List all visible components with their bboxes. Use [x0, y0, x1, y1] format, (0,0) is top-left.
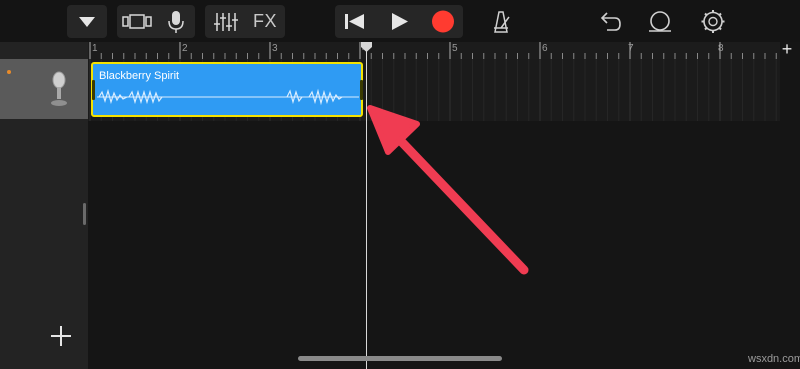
track-controls-button[interactable]: [205, 5, 245, 38]
settings-button[interactable]: [695, 5, 731, 38]
view-buttons-group: [117, 5, 195, 38]
region-left-trim-handle[interactable]: [92, 80, 95, 100]
sliders-icon: [214, 13, 238, 31]
add-section-button[interactable]: +: [778, 40, 796, 58]
undo-button[interactable]: [593, 5, 627, 38]
triangle-down-icon: [79, 17, 95, 27]
loop-browser-button[interactable]: [643, 5, 677, 38]
bar-number: 7: [628, 43, 634, 54]
microphone-icon: [168, 11, 184, 33]
fx-button[interactable]: FX: [245, 5, 285, 38]
plus-icon: [51, 326, 71, 346]
region-title: Blackberry Spirit: [99, 70, 180, 82]
bar-ruler[interactable]: [88, 42, 780, 59]
undo-icon: [600, 12, 621, 31]
mix-buttons-group: FX: [205, 5, 285, 38]
region-right-trim-handle[interactable]: [360, 80, 363, 100]
metronome-button[interactable]: [483, 5, 519, 38]
track-indicator-dot: [7, 70, 11, 74]
record-icon: [432, 10, 454, 33]
playhead-cap-icon[interactable]: [361, 42, 372, 52]
tracks-view-icon: [122, 14, 152, 29]
bar-number: 6: [542, 43, 548, 54]
skip-back-icon: [345, 14, 364, 29]
play-button[interactable]: [379, 5, 419, 38]
transport-group: [335, 5, 463, 38]
add-track-button[interactable]: [48, 323, 74, 349]
go-to-beginning-button[interactable]: [335, 5, 375, 38]
bar-number: 8: [718, 43, 724, 54]
microphone-input-button[interactable]: [157, 5, 195, 38]
bar-number: 3: [272, 43, 278, 54]
loop-icon: [649, 11, 671, 32]
bar-number: 5: [452, 43, 458, 54]
ruler-ticks: [89, 42, 777, 59]
watermark-text: wsxdn.com: [748, 353, 800, 365]
control-bar: FX: [0, 0, 800, 42]
bar-number: 2: [182, 43, 188, 54]
playhead[interactable]: [366, 44, 367, 369]
bar-number: 1: [92, 43, 98, 54]
tracks-view-button[interactable]: [117, 5, 157, 38]
fx-label: FX: [252, 11, 277, 31]
browser-dropdown-button[interactable]: [67, 5, 107, 38]
track-header[interactable]: [0, 59, 88, 119]
play-icon: [392, 13, 408, 30]
gear-icon: [701, 10, 725, 33]
waveform: [97, 88, 359, 106]
metronome-icon: [494, 11, 510, 33]
record-button[interactable]: [423, 5, 463, 38]
home-indicator[interactable]: [298, 356, 502, 361]
microphone-icon: [51, 71, 67, 106]
track-header-resize-handle[interactable]: [83, 203, 86, 225]
audio-region[interactable]: Blackberry Spirit: [91, 62, 363, 117]
